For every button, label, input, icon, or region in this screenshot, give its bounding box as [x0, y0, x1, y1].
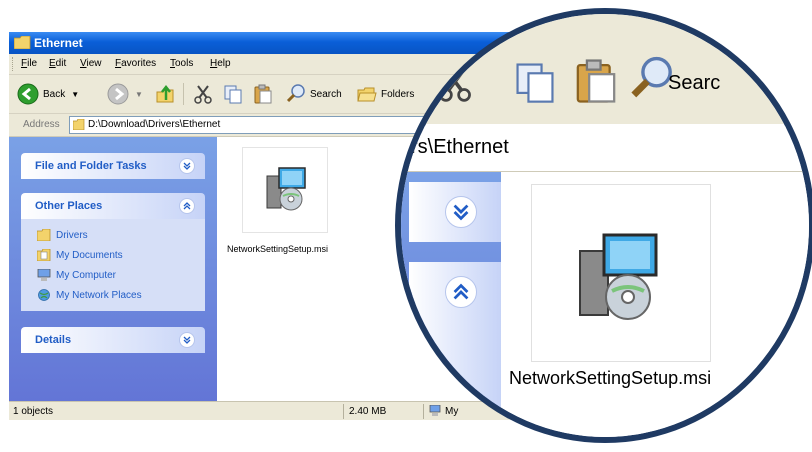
other-places-header[interactable]: Other Places: [21, 193, 205, 219]
file-item[interactable]: NetworkSettingSetup.msi: [227, 147, 350, 267]
scissors-icon: [194, 85, 212, 104]
toolbar-separator: [183, 83, 184, 105]
forward-dropdown-icon[interactable]: ▼: [135, 90, 143, 99]
magnified-address: rs\Ethernet: [401, 126, 809, 173]
search-button[interactable]: Search: [285, 75, 342, 113]
other-places-title: Other Places: [35, 200, 103, 212]
details-title: Details: [35, 334, 72, 346]
menu-tools[interactable]: Tools: [170, 58, 193, 69]
chevron-up-icon[interactable]: [179, 198, 195, 214]
menu-edit[interactable]: Edit: [49, 58, 66, 69]
forward-arrow-icon: [107, 83, 129, 105]
network-globe-icon: [38, 289, 50, 301]
magnified-panel-header: [409, 262, 501, 437]
search-label: Search: [310, 88, 342, 100]
menu-help[interactable]: Help: [210, 58, 231, 69]
back-button[interactable]: Back ▼: [17, 75, 79, 113]
chevron-up-icon: [445, 276, 477, 308]
place-label: My Documents: [56, 249, 123, 261]
magnified-file-view: NetworkSettingSetup.msi: [501, 172, 809, 437]
back-arrow-icon: [17, 83, 39, 105]
search-icon: [286, 84, 305, 103]
place-label: My Network Places: [56, 289, 142, 301]
window-title: Ethernet: [34, 36, 83, 50]
up-folder-button[interactable]: [155, 75, 177, 113]
magnified-toolbar: Searc: [401, 14, 809, 124]
task-pane: File and Folder Tasks Other Places Drive…: [9, 137, 217, 401]
place-my-network-places[interactable]: My Network Places: [37, 287, 142, 303]
magnified-thumbnail: [531, 184, 711, 362]
forward-button[interactable]: ▼: [107, 75, 143, 113]
menu-favorites[interactable]: Favorites: [115, 58, 156, 69]
computer-icon: [37, 269, 51, 281]
status-size: 2.40 MB: [349, 406, 387, 417]
address-value: D:\Download\Drivers\Ethernet: [88, 119, 221, 130]
menu-file[interactable]: File: [21, 58, 37, 69]
place-drivers[interactable]: Drivers: [37, 227, 88, 243]
back-label: Back: [43, 88, 66, 100]
file-thumbnail: [242, 147, 328, 233]
place-my-computer[interactable]: My Computer: [37, 267, 116, 283]
place-label: My Computer: [56, 269, 117, 281]
back-dropdown-icon[interactable]: ▼: [71, 90, 79, 99]
folder-icon: [14, 36, 31, 49]
msi-installer-icon: [579, 233, 658, 320]
folders-icon: [357, 87, 377, 102]
cut-button[interactable]: [192, 75, 214, 113]
chevron-down-icon[interactable]: [179, 332, 195, 348]
chevron-down-icon: [445, 196, 477, 228]
copy-icon: [224, 85, 242, 104]
paste-icon: [254, 84, 272, 104]
other-places-body: Drivers My Documents My Computer My Netw…: [21, 219, 205, 311]
paste-icon: [576, 59, 616, 103]
magnified-file-name: NetworkSettingSetup.msi: [509, 368, 712, 388]
file-name: NetworkSettingSetup.msi: [227, 244, 329, 254]
details-header[interactable]: Details: [21, 327, 205, 353]
magnifier-circle: Searc rs\Ethernet NetworkSettingSetup.ms…: [395, 8, 812, 443]
chevron-down-icon[interactable]: [179, 158, 195, 174]
place-my-documents[interactable]: My Documents: [37, 247, 123, 263]
status-divider: [343, 404, 344, 419]
msi-installer-icon: [266, 167, 306, 211]
menu-view[interactable]: View: [80, 58, 102, 69]
file-folder-tasks-title: File and Folder Tasks: [35, 160, 147, 172]
status-object-count: 1 objects: [13, 406, 54, 417]
copy-icon: [516, 63, 554, 103]
scissors-icon: [439, 68, 471, 102]
documents-folder-icon: [37, 249, 51, 261]
menu-grip: [12, 57, 15, 71]
folder-icon: [37, 229, 51, 241]
up-folder-icon: [156, 84, 174, 103]
magnified-panel-header: [409, 182, 501, 242]
address-label: Address: [23, 119, 60, 130]
magnified-search-label: Searc: [668, 72, 721, 94]
paste-button[interactable]: [252, 75, 274, 113]
magnified-task-pane: [401, 172, 501, 437]
file-folder-tasks-header[interactable]: File and Folder Tasks: [21, 153, 205, 179]
copy-button[interactable]: [222, 75, 244, 113]
place-label: Drivers: [56, 229, 88, 241]
magnified-address-text: rs\Ethernet: [411, 136, 509, 158]
folder-icon: [73, 119, 85, 130]
